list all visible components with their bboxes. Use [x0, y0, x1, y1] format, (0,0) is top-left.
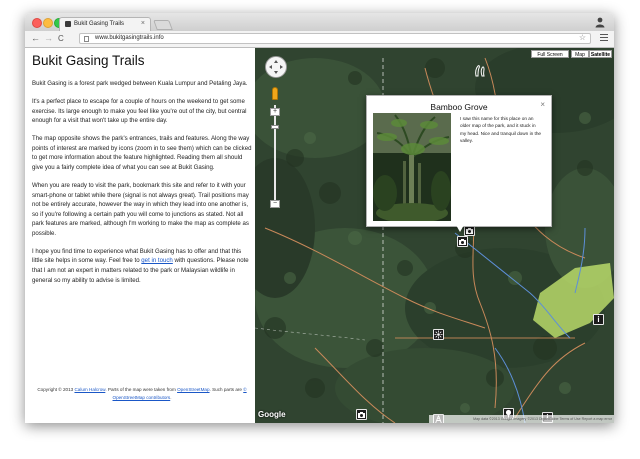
popup-title: Bamboo Grove [430, 102, 488, 112]
new-tab-button[interactable] [153, 20, 173, 30]
tab-close-button[interactable]: × [141, 20, 145, 27]
bamboo-grove-photo[interactable] [373, 113, 451, 221]
browser-toolbar: ← → C www.bukitgasingtrails.info ☆ [25, 31, 614, 48]
contact-paragraph: I hope you find time to experience what … [32, 247, 252, 285]
openstreetmap-link[interactable]: OpenStreetMap [177, 387, 209, 392]
street-view-pegman-icon[interactable] [272, 87, 278, 100]
popup-close-button[interactable]: × [540, 100, 545, 109]
map-paragraph: The map opposite shows the park's entran… [32, 135, 252, 171]
satellite-type-button[interactable]: Satellite [589, 50, 612, 58]
zoom-out-button[interactable]: − [270, 200, 280, 208]
popup-description: I saw this name for this place on an old… [460, 116, 542, 144]
author-link[interactable]: Calum Halcrow [74, 387, 105, 392]
footer: Copyright © 2013 Calum Halcrow. Parts of… [32, 386, 252, 402]
popup-pointer [456, 225, 464, 232]
address-bar[interactable]: www.bukitgasingtrails.info ☆ [79, 33, 591, 44]
profile-icon[interactable] [594, 16, 606, 28]
zoom-slider-track[interactable] [274, 105, 276, 208]
camera-marker[interactable] [356, 409, 367, 420]
close-window-button[interactable] [32, 18, 42, 28]
bookmark-star-icon[interactable]: ☆ [579, 33, 586, 42]
pan-arrows-icon [269, 60, 283, 74]
camera-icon [459, 239, 466, 245]
page-title: Bukit Gasing Trails [32, 53, 145, 68]
info-popup: Bamboo Grove × I saw this name for this … [366, 95, 552, 227]
zoom-slider-handle[interactable] [271, 125, 279, 129]
info-marker[interactable]: i [593, 314, 604, 325]
get-in-touch-link[interactable]: get in touch [141, 257, 173, 264]
title-bar: Bukit Gasing Trails × [25, 13, 614, 31]
zoom-in-button[interactable]: + [270, 108, 280, 116]
camera-icon [466, 228, 473, 234]
visit-paragraph: When you are ready to visit the park, bo… [32, 181, 249, 237]
footprints-icon[interactable] [472, 62, 488, 78]
escape-paragraph: It's a perfect place to escape for a cou… [32, 97, 247, 125]
info-icon: i [597, 315, 600, 324]
footer-copyright: Copyright © 2013 [37, 387, 75, 392]
browser-window: Bukit Gasing Trails × ← → C www.bukitgas… [25, 13, 614, 423]
footer-text: . Such parts are [209, 387, 244, 392]
viewpoint-marker[interactable] [433, 329, 444, 340]
camera-icon [358, 412, 365, 418]
minimize-window-button[interactable] [43, 18, 53, 28]
bamboo-photo-image [373, 113, 451, 221]
full-screen-button[interactable]: Full Screen [531, 50, 569, 58]
camera-marker[interactable] [457, 236, 468, 247]
tab-title: Bukit Gasing Trails [74, 21, 125, 27]
menu-icon[interactable] [600, 34, 608, 42]
sunburst-icon [434, 330, 443, 339]
pan-control[interactable] [265, 56, 287, 78]
page-content: Bukit Gasing Trails Bukit Gasing is a fo… [25, 48, 614, 423]
url-text[interactable]: www.bukitgasingtrails.info [95, 35, 164, 41]
intro-text: Bukit Gasing is a forest park wedged bet… [32, 79, 252, 294]
intro-paragraph: Bukit Gasing is a forest park wedged bet… [32, 80, 248, 87]
sidebar: Bukit Gasing Trails Bukit Gasing is a fo… [25, 48, 255, 423]
page-icon [84, 36, 89, 42]
back-button[interactable]: ← [31, 33, 40, 44]
reload-button[interactable]: C [58, 33, 64, 44]
map-view[interactable]: Full Screen Map Satellite + − i i [255, 48, 614, 423]
browser-tab[interactable]: Bukit Gasing Trails × [59, 17, 151, 31]
footer-text: . Parts of the map were taken from [105, 387, 178, 392]
map-attribution: Map data ©2013 Google Imagery ©2013 Digi… [429, 415, 614, 423]
map-type-button[interactable]: Map [571, 50, 589, 58]
forward-button[interactable]: → [44, 33, 53, 44]
favicon-icon [65, 21, 71, 27]
google-logo[interactable]: Google [258, 410, 286, 419]
footer-text: . [170, 395, 172, 400]
